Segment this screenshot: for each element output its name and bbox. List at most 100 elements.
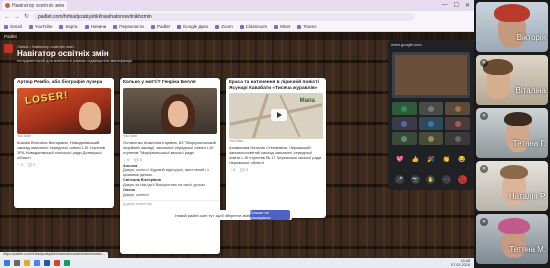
participant-name: Вікторія	[516, 33, 546, 42]
back-icon[interactable]: ←	[4, 14, 10, 20]
avatar	[401, 135, 408, 142]
reactions-bar: 💖 👍 🎉 👏 😂	[392, 156, 470, 163]
raise-hand-button[interactable]: ✋	[426, 175, 436, 184]
comment-count[interactable]: 💬 1	[28, 163, 35, 167]
bookmark[interactable]: Meet	[274, 24, 290, 29]
more-options-button[interactable]: ⋯	[442, 175, 452, 184]
bookmarks-bar: Gmail YouTube Карти Новини Перекласти Pa…	[0, 22, 474, 32]
file-explorer-icon[interactable]	[24, 260, 30, 266]
comment-count[interactable]: 💬 3	[134, 158, 141, 162]
bookmark[interactable]: Google Диск	[177, 24, 209, 29]
mic-button[interactable]: 🎤	[395, 175, 405, 184]
meet-icon[interactable]	[64, 260, 70, 266]
party-reaction-icon[interactable]: 🎉	[427, 156, 434, 163]
avatar	[427, 105, 434, 112]
close-icon[interactable]: ✕	[465, 2, 470, 9]
post-title: Колько у житті? Генріка Белля	[123, 80, 196, 85]
address-bar-row: ← → ↻ padlet.com/hrhiadyzabyshkl/navihat…	[0, 11, 474, 22]
word-icon[interactable]	[44, 260, 50, 266]
post-video-thumbnail[interactable]	[123, 87, 217, 134]
powerpoint-icon[interactable]	[54, 260, 60, 266]
bookmark[interactable]: Zoom	[215, 24, 233, 29]
map-label: Мапа	[299, 98, 315, 104]
post-title: Артюр Рембо, або біографія лузера	[17, 80, 103, 85]
meet-tile[interactable]	[445, 102, 470, 115]
participant-tile[interactable]: ✕ Тетяна М.	[476, 214, 548, 264]
participant-name: Тетяна М.	[509, 245, 546, 254]
meet-tile[interactable]	[418, 117, 444, 130]
post-title: Краса та натхнення в ліричній повісті Яс…	[229, 80, 319, 91]
meet-tile[interactable]	[392, 132, 417, 145]
post-video-thumbnail[interactable]: Мапа	[229, 93, 323, 139]
bookmark[interactable]: Карти	[59, 24, 77, 29]
thumbnail-text: LOSER!	[24, 89, 70, 107]
avatar	[454, 120, 461, 127]
thumbs-up-reaction-icon[interactable]: 👍	[412, 156, 419, 163]
add-comment-input[interactable]: Додати коментар	[120, 199, 220, 207]
camera-button[interactable]: 📷	[410, 175, 420, 184]
post-card[interactable]: Колько у житті? Генріка Белля YouTube Ос…	[120, 78, 220, 254]
clap-reaction-icon[interactable]: 👏	[443, 156, 450, 163]
participant-tile[interactable]: ✕ Віталіна	[476, 55, 548, 105]
avatar	[401, 105, 408, 112]
board-header: Ланка • Навігатор освітніх змін Навігато…	[4, 44, 132, 63]
bookmark[interactable]: Padlet	[151, 24, 170, 29]
chrome-icon[interactable]	[34, 260, 40, 266]
comment-list: Альона Дякую, колего! Чудовий відеоурок,…	[120, 163, 220, 200]
minimize-icon[interactable]: —	[442, 2, 448, 9]
shared-screen-content	[395, 55, 467, 95]
window-controls: — ☐ ✕	[442, 2, 474, 9]
meet-tile-grid	[392, 102, 470, 145]
browser-tab[interactable]: Навігатор освітніх змін	[2, 1, 68, 10]
post-video-thumbnail[interactable]: LOSER!	[17, 87, 111, 134]
meet-tile[interactable]	[392, 102, 417, 115]
url-field[interactable]: padlet.com/hrhiadyzabyshkl/navihatorosvi…	[33, 12, 414, 21]
maximize-icon[interactable]: ☐	[454, 2, 459, 9]
like-count[interactable]: ♡ 0	[123, 158, 129, 162]
dismiss-notice-button[interactable]: Більше не показувати	[250, 210, 290, 220]
forward-icon[interactable]: →	[14, 14, 20, 20]
post-body: Остапенко Анжеліна Ігорівна, КЗ "Маріупо…	[123, 139, 216, 155]
comment-count[interactable]: 💬 0	[240, 168, 247, 172]
shared-screen	[392, 52, 470, 98]
board-top-bar: Padlet	[0, 32, 474, 40]
reload-icon[interactable]: ↻	[24, 13, 29, 20]
like-count[interactable]: ♡ 0	[229, 168, 235, 172]
participant-tile[interactable]: ✕ Наталія Р.	[476, 161, 548, 211]
participant-name: Тетяна Г.	[512, 139, 546, 148]
heart-reaction-icon[interactable]: 💖	[396, 156, 403, 163]
post-meta: ♡ 0 💬 1	[14, 162, 114, 168]
taskbar-clock[interactable]: 15:48 07.03.2024	[451, 259, 474, 268]
meet-tile[interactable]	[392, 117, 417, 130]
mic-off-icon: ✕	[480, 165, 488, 173]
post-card[interactable]: Артюр Рембо, або біографія лузера LOSER!…	[14, 78, 114, 208]
participant-hair	[500, 165, 528, 179]
thumbnail-face	[79, 101, 101, 130]
participant-hair	[494, 4, 530, 22]
comment-text: Дякую за такі ідеї! Використаю на своїх …	[123, 182, 207, 187]
meet-header: meet.google.com	[391, 42, 422, 47]
meet-tile[interactable]	[445, 132, 470, 145]
meet-tile[interactable]	[418, 102, 444, 115]
play-icon[interactable]	[271, 109, 287, 121]
meet-tile[interactable]	[418, 132, 444, 145]
bookmark[interactable]: Teams	[297, 24, 316, 29]
post-card[interactable]: Краса та натхнення в ліричній повісті Яс…	[226, 78, 326, 218]
comment-text: Дякую, колего! Чудовий відеоурок, змісто…	[123, 168, 209, 177]
participant-tile[interactable]: Вікторія	[476, 2, 548, 52]
start-icon[interactable]	[4, 260, 10, 266]
search-icon[interactable]	[14, 260, 20, 266]
like-count[interactable]: ♡ 0	[17, 163, 23, 167]
mic-off-icon: ✕	[480, 112, 488, 120]
leave-call-button[interactable]: 📞	[457, 175, 467, 184]
bookmark[interactable]: YouTube	[29, 24, 53, 29]
bookmark[interactable]: Gmail	[4, 24, 22, 29]
meet-tile[interactable]	[445, 117, 470, 130]
bookmark[interactable]: Новини	[85, 24, 107, 29]
avatar	[427, 120, 434, 127]
bookmark[interactable]: Перекласти	[113, 24, 144, 29]
bookmark[interactable]: Classroom	[240, 24, 268, 29]
laugh-reaction-icon[interactable]: 😂	[458, 156, 465, 163]
mic-off-icon: ✕	[480, 218, 488, 226]
participant-tile[interactable]: ✕ Тетяна Г.	[476, 108, 548, 158]
